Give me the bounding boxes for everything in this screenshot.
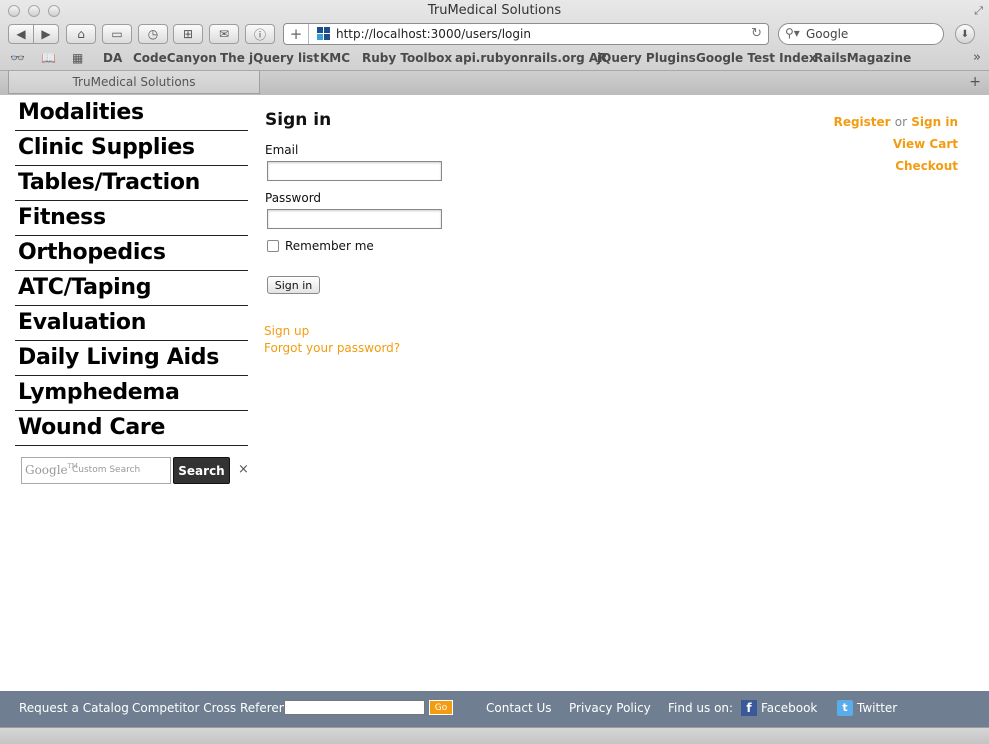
forward-button[interactable]: ▶ xyxy=(33,24,59,44)
email-field[interactable] xyxy=(267,161,442,181)
url-text: http://localhost:3000/users/login xyxy=(336,27,531,41)
nav-item-orthopedics[interactable]: Orthopedics xyxy=(15,236,248,271)
bookmarks-bar: 👓 📖 ▦ DA CodeCanyon The jQuery list KMC … xyxy=(0,49,989,69)
history-button[interactable]: ◷ xyxy=(138,24,168,44)
window-title: TruMedical Solutions xyxy=(427,3,562,18)
address-bar[interactable]: + http://localhost:3000/users/login ↻ xyxy=(283,23,769,45)
download-icon: ⬇ xyxy=(960,28,970,40)
header-sign-in-link[interactable]: Sign in xyxy=(911,115,958,129)
site-search-placeholder: Custom Search xyxy=(72,465,141,475)
find-us-label: Find us on: xyxy=(668,701,734,715)
view-cart-link[interactable]: View Cart xyxy=(893,137,958,151)
contact-us-link[interactable]: Contact Us xyxy=(486,701,552,715)
clear-search-icon[interactable]: × xyxy=(238,462,249,477)
add-bookmark-button[interactable]: ⊞ xyxy=(173,24,203,44)
facebook-link[interactable]: Facebook xyxy=(761,701,817,715)
nav-item-clinic-supplies[interactable]: Clinic Supplies xyxy=(15,131,248,166)
password-label: Password xyxy=(265,191,322,205)
nav-item-fitness[interactable]: Fitness xyxy=(15,201,248,236)
reader-button[interactable]: ▭ xyxy=(102,24,132,44)
reload-icon[interactable]: ↻ xyxy=(751,26,762,41)
mail-icon: ✉ xyxy=(218,27,230,41)
nav-item-lymphedema[interactable]: Lymphedema xyxy=(15,376,248,411)
category-nav: Modalities Clinic Supplies Tables/Tracti… xyxy=(15,96,248,446)
reading-list-icon[interactable]: 👓 xyxy=(10,51,25,65)
nav-item-daily-living-aids[interactable]: Daily Living Aids xyxy=(15,341,248,376)
home-icon: ⌂ xyxy=(77,27,85,41)
info-button[interactable]: ⓘ xyxy=(245,24,275,44)
clock-icon: ◷ xyxy=(147,27,159,41)
cross-reference-go-button[interactable]: Go xyxy=(429,700,453,715)
or-text: or xyxy=(894,115,908,129)
status-bar xyxy=(0,727,989,744)
new-tab-icon[interactable]: + xyxy=(969,74,981,90)
account-links: Register or Sign in xyxy=(834,115,958,129)
password-field[interactable] xyxy=(267,209,442,229)
sign-in-button[interactable]: Sign in xyxy=(267,276,320,294)
bookmark-item[interactable]: KMC xyxy=(320,51,350,65)
request-catalog-link[interactable]: Request a Catalog xyxy=(19,701,129,715)
nav-item-wound-care[interactable]: Wound Care xyxy=(15,411,248,446)
bookmarks-book-icon[interactable]: 📖 xyxy=(41,51,56,65)
mail-button[interactable]: ✉ xyxy=(209,24,239,44)
facebook-icon[interactable]: f xyxy=(741,700,757,716)
browser-tab[interactable]: TruMedical Solutions xyxy=(8,71,260,94)
site-search-input[interactable]: GoogleTM Custom Search xyxy=(21,457,171,484)
privacy-policy-link[interactable]: Privacy Policy xyxy=(569,701,651,715)
nav-item-tables-traction[interactable]: Tables/Traction xyxy=(15,166,248,201)
remember-me-checkbox[interactable] xyxy=(267,240,279,252)
bookmark-item[interactable]: api.rubyonrails.org AR xyxy=(455,51,607,65)
bookmarks-overflow-icon[interactable]: » xyxy=(973,50,981,65)
search-placeholder: Google xyxy=(806,27,849,41)
forward-arrow-icon: ▶ xyxy=(41,27,51,41)
tab-bar: TruMedical Solutions + xyxy=(0,70,989,95)
cross-reference-input[interactable] xyxy=(284,700,425,715)
bookmark-item[interactable]: The jQuery list xyxy=(220,51,319,65)
bookmark-item[interactable]: jQuery Plugins xyxy=(597,51,696,65)
add-icon[interactable]: + xyxy=(284,24,309,44)
top-sites-grid-icon[interactable]: ▦ xyxy=(72,51,83,65)
back-button[interactable]: ◀ xyxy=(8,24,34,44)
nav-item-modalities[interactable]: Modalities xyxy=(15,96,248,131)
remember-me-label: Remember me xyxy=(285,239,374,253)
twitter-link[interactable]: Twitter xyxy=(857,701,897,715)
browser-search-field[interactable]: ⚲▾ Google xyxy=(778,23,944,45)
bookmark-item[interactable]: RailsMagazine xyxy=(814,51,911,65)
browser-toolbar: ◀ ▶ ⌂ ▭ ◷ ⊞ ✉ ⓘ + http://localhost:3000/… xyxy=(0,22,989,48)
bookmark-item[interactable]: DA xyxy=(103,51,122,65)
browser-chrome: TruMedical Solutions ⤢ ◀ ▶ ⌂ ▭ ◷ ⊞ ✉ ⓘ +… xyxy=(0,0,989,95)
site-search-button[interactable]: Search xyxy=(173,457,230,484)
site-footer: Request a Catalog Competitor Cross Refer… xyxy=(0,691,989,727)
bookmark-item[interactable]: Google Test Index xyxy=(696,51,817,65)
add-bookmark-icon: ⊞ xyxy=(182,27,194,41)
downloads-button[interactable]: ⬇ xyxy=(955,24,975,44)
book-icon: ▭ xyxy=(111,27,123,41)
page-title: Sign in xyxy=(265,110,332,130)
nav-item-atc-taping[interactable]: ATC/Taping xyxy=(15,271,248,306)
site-favicon-icon xyxy=(317,27,331,41)
info-icon: ⓘ xyxy=(253,27,266,42)
fullscreen-icon[interactable]: ⤢ xyxy=(974,4,983,18)
nav-item-evaluation[interactable]: Evaluation xyxy=(15,306,248,341)
sign-up-link[interactable]: Sign up xyxy=(264,324,309,338)
email-label: Email xyxy=(265,143,299,157)
cross-reference-label: Competitor Cross Reference xyxy=(132,701,301,715)
home-button[interactable]: ⌂ xyxy=(66,24,96,44)
back-arrow-icon: ◀ xyxy=(16,27,26,41)
checkout-link[interactable]: Checkout xyxy=(895,159,958,173)
bookmark-item[interactable]: CodeCanyon xyxy=(133,51,217,65)
title-bar: TruMedical Solutions ⤢ xyxy=(0,0,989,22)
search-icon: ⚲▾ xyxy=(785,26,800,40)
forgot-password-link[interactable]: Forgot your password? xyxy=(264,341,400,355)
register-link[interactable]: Register xyxy=(834,115,891,129)
twitter-icon[interactable]: t xyxy=(837,700,853,716)
google-logo: GoogleTM xyxy=(25,463,78,477)
bookmark-item[interactable]: Ruby Toolbox xyxy=(362,51,452,65)
